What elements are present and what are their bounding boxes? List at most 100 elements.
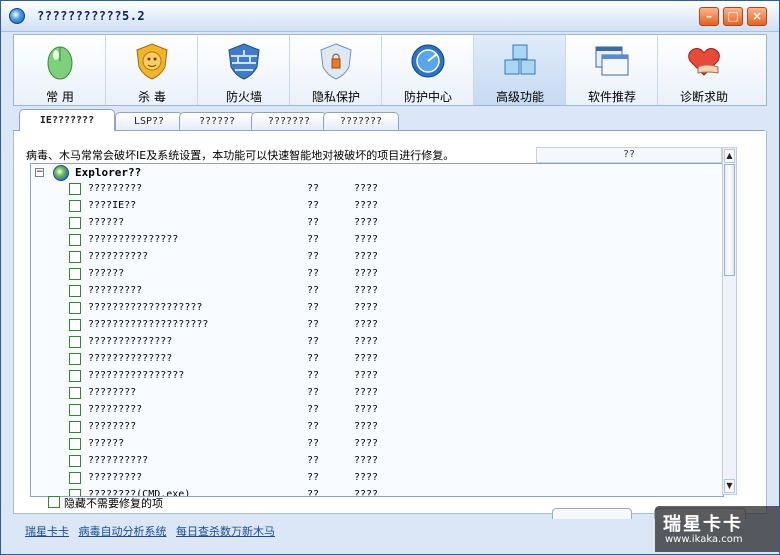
toolbar-label: 高级功能 (495, 90, 544, 104)
tree-item[interactable]: ??????????????? (31, 181, 711, 198)
item-status: ?? (307, 251, 320, 262)
item-name: ???????? (88, 421, 137, 432)
repair-item-tree[interactable]: − Explorer?? ??????????????? ????IE??????… (30, 163, 724, 497)
item-checkbox[interactable] (69, 217, 81, 229)
item-state: ???? (354, 353, 379, 364)
status-link-rising[interactable]: 瑞星卡卡 (25, 525, 69, 538)
toolbar-item-protection-center[interactable]: 防护中心 (382, 35, 474, 105)
tree-item[interactable]: ?????????????? (31, 419, 711, 436)
scroll-down-icon[interactable]: ▼ (724, 479, 735, 493)
tree-item[interactable]: ???????????????? (31, 453, 711, 470)
item-state: ???? (354, 302, 379, 313)
tree-item[interactable]: ???????????? (31, 215, 711, 232)
advanced-cubes-icon (504, 44, 536, 75)
hide-unneeded-label: 隐藏不需要修复的项 (64, 497, 163, 510)
tree-root-label: Explorer?? (75, 166, 142, 179)
item-status: ?? (307, 217, 320, 228)
tree-item[interactable]: ?????????????????????? (31, 368, 711, 385)
item-state: ???? (354, 217, 379, 228)
item-name: ????????? (88, 183, 143, 194)
item-status: ?? (307, 302, 320, 313)
toolbar-item-firewall[interactable]: 防火墙 (198, 35, 290, 105)
toolbar-label: 软件推荐 (587, 90, 636, 104)
item-name: ????????? (88, 285, 143, 296)
tree-item[interactable]: ?????????????? (31, 385, 711, 402)
item-checkbox[interactable] (69, 472, 81, 484)
item-checkbox[interactable] (69, 421, 81, 433)
toolbar-item-antivirus[interactable]: 杀 毒 (106, 35, 198, 105)
tree-item[interactable]: ????????????????????????? (31, 300, 711, 317)
item-checkbox[interactable] (69, 251, 81, 263)
item-state: ???? (354, 455, 379, 466)
tab-5[interactable]: ??????? (323, 112, 399, 130)
toolbar-item-software[interactable]: 软件推荐 (566, 35, 658, 105)
item-checkbox[interactable] (69, 319, 81, 331)
item-checkbox[interactable] (69, 455, 81, 467)
column-header: ?? (536, 147, 722, 163)
close-button[interactable]: × (747, 7, 767, 26)
toolbar-item-common[interactable]: 常 用 (14, 35, 106, 105)
main-toolbar: 常 用 杀 毒 防火墙 隐私保护 防护中心 高级功能 软件推荐 诊断求助 (13, 34, 767, 106)
item-state: ???? (354, 472, 379, 483)
item-state: ???? (354, 234, 379, 245)
tree-item[interactable]: ?????????????????????????? (31, 317, 711, 334)
toolbar-item-advanced[interactable]: 高级功能 (474, 35, 566, 105)
item-checkbox[interactable] (69, 370, 81, 382)
tab-3[interactable]: ?????? (179, 112, 255, 130)
scroll-thumb[interactable] (724, 164, 735, 276)
minimize-button[interactable]: – (699, 7, 719, 26)
item-status: ?? (307, 183, 320, 194)
tree-item[interactable]: ????????????????????? (31, 232, 711, 249)
item-status: ?? (307, 489, 320, 497)
status-link-daily[interactable]: 每日查杀数万新木马 (176, 525, 275, 538)
tree-item[interactable]: ???????????????????? (31, 351, 711, 368)
tree-scrollbar[interactable]: ▲ ▼ (722, 147, 737, 495)
item-name: ?????? (88, 268, 125, 279)
status-link-analysis[interactable]: 病毒自动分析系统 (79, 525, 167, 538)
item-state: ???? (354, 489, 379, 497)
title-bar[interactable]: ???????????5.2 – □ × (1, 1, 779, 32)
tree-item[interactable]: ???????????????????? (31, 334, 711, 351)
tab-4[interactable]: ??????? (251, 112, 327, 130)
software-windows-icon (595, 46, 629, 76)
collapse-icon[interactable]: − (35, 168, 44, 177)
scroll-up-icon[interactable]: ▲ (724, 149, 735, 163)
item-state: ???? (354, 336, 379, 347)
item-status: ?? (307, 387, 320, 398)
item-checkbox[interactable] (69, 336, 81, 348)
tree-item[interactable]: ??????????????? (31, 402, 711, 419)
item-checkbox[interactable] (69, 353, 81, 365)
toolbar-item-help[interactable]: 诊断求助 (658, 35, 750, 105)
item-state: ???? (354, 319, 379, 330)
item-checkbox[interactable] (69, 387, 81, 399)
maximize-button[interactable]: □ (723, 7, 743, 26)
tab-lsp[interactable]: LSP?? (115, 112, 183, 130)
action-button-1[interactable] (552, 508, 632, 519)
tab-ie-repair[interactable]: IE??????? (19, 109, 115, 131)
item-status: ?? (307, 421, 320, 432)
tree-item[interactable]: ???????????? (31, 266, 711, 283)
toolbar-item-privacy[interactable]: 隐私保护 (290, 35, 382, 105)
app-window: ???????????5.2 – □ × 常 用 杀 毒 防火墙 隐私保护 防护… (0, 0, 780, 555)
item-checkbox[interactable] (69, 200, 81, 212)
tree-item[interactable]: ???????????? (31, 436, 711, 453)
item-status: ?? (307, 319, 320, 330)
item-checkbox[interactable] (69, 404, 81, 416)
hide-unneeded-checkbox[interactable] (48, 496, 60, 508)
tree-item[interactable]: ??????????????? (31, 283, 711, 300)
tree-item[interactable]: ????IE???????? (31, 198, 711, 215)
item-checkbox[interactable] (69, 234, 81, 246)
item-name: ???????????????? (88, 370, 185, 381)
item-checkbox[interactable] (69, 302, 81, 314)
item-state: ???? (354, 387, 379, 398)
item-state: ???? (354, 183, 379, 194)
item-checkbox[interactable] (69, 268, 81, 280)
item-checkbox[interactable] (69, 285, 81, 297)
tree-item[interactable]: ??????????????? (31, 470, 711, 487)
privacy-shield-icon (320, 43, 352, 80)
item-checkbox[interactable] (69, 438, 81, 450)
tree-item[interactable]: ???????????????? (31, 249, 711, 266)
item-state: ???? (354, 200, 379, 211)
item-checkbox[interactable] (69, 183, 81, 195)
item-state: ???? (354, 404, 379, 415)
